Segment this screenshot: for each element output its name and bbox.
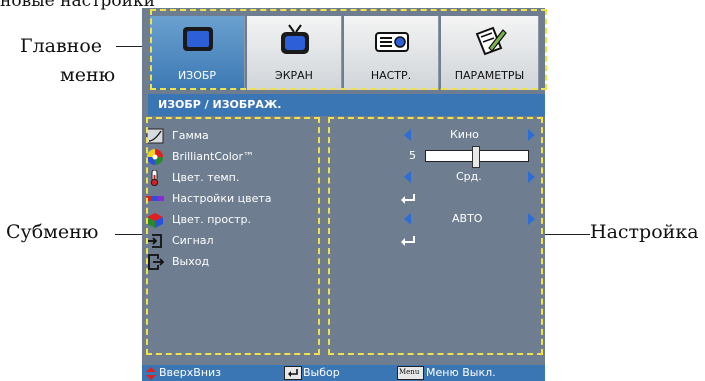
- enter-key-icon: [284, 366, 302, 380]
- tab-options[interactable]: ПАРАМЕТРЫ: [441, 16, 539, 90]
- tab-label: НАСТР.: [370, 69, 412, 82]
- tab-label: ИЗОБР: [177, 69, 217, 82]
- color-temp-left-arrow-icon[interactable]: [404, 171, 411, 183]
- exit-icon: [148, 254, 164, 270]
- top-caption: новые настройки: [0, 0, 155, 11]
- menu-item-label: Выход: [172, 255, 210, 268]
- osd-panel: ИЗОБР ЭКРАН НАСТР. ПАРАМЕТРЫ ИЗОБР / ИЗО…: [142, 8, 545, 381]
- main-menu-label-line2: меню: [60, 64, 116, 86]
- menu-item-label: BrilliantColor™: [172, 150, 255, 163]
- projector-icon: [375, 32, 409, 52]
- slider-knob[interactable]: [472, 146, 480, 168]
- tab-label: ПАРАМЕТРЫ: [454, 69, 525, 82]
- color-temp-right-arrow-icon[interactable]: [528, 171, 535, 183]
- menu-item-label: Настройки цвета: [172, 192, 272, 205]
- notepad-pencil-icon: [475, 26, 507, 56]
- enter-icon[interactable]: [399, 235, 417, 247]
- enter-arrow-icon: [288, 369, 298, 377]
- enter-icon[interactable]: [399, 193, 417, 205]
- color-temp-value: Срд.: [456, 170, 482, 183]
- color-space-left-arrow-icon[interactable]: [404, 213, 411, 225]
- status-bar: ВверхВниз Выбор Menu Меню Выкл.: [142, 365, 545, 381]
- status-updown: ВверхВниз: [159, 366, 222, 379]
- status-select: Выбор: [303, 366, 340, 379]
- setting-pointer: [541, 234, 590, 235]
- menu-title: ИЗОБР / ИЗОБРАЖ.: [158, 98, 282, 111]
- gamma-value: Кино: [450, 128, 479, 141]
- status-menu-off: Меню Выкл.: [426, 366, 496, 379]
- gamma-icon: [146, 128, 164, 144]
- main-menu-label-line1: Главное: [20, 35, 103, 57]
- signal-input-icon: [147, 234, 162, 248]
- menu-item-label: Цвет. простр.: [172, 213, 252, 226]
- color-bar-icon: [146, 196, 164, 201]
- color-wheel-icon: [147, 149, 163, 165]
- brilliantcolor-value: 5: [409, 149, 416, 162]
- tab-label: ЭКРАН: [275, 69, 313, 82]
- tab-screen[interactable]: ЭКРАН: [247, 16, 342, 90]
- tab-settings[interactable]: НАСТР.: [344, 16, 439, 90]
- menu-key-label: Menu: [399, 368, 420, 376]
- color-space-right-arrow-icon[interactable]: [528, 213, 535, 225]
- color-cube-icon: [147, 213, 163, 228]
- gamma-right-arrow-icon[interactable]: [528, 129, 535, 141]
- menu-title-bar: ИЗОБР / ИЗОБРАЖ.: [148, 94, 545, 116]
- gamma-left-arrow-icon[interactable]: [404, 129, 411, 141]
- tv-icon: [281, 24, 309, 54]
- main-menu-tabs: ИЗОБР ЭКРАН НАСТР. ПАРАМЕТРЫ: [150, 12, 547, 90]
- setting-label: Настройка: [590, 221, 699, 243]
- menu-item-label: Сигнал: [172, 234, 214, 247]
- brilliantcolor-slider[interactable]: [425, 146, 529, 168]
- tab-image[interactable]: ИЗОБР: [150, 16, 245, 90]
- monitor-icon: [183, 27, 213, 51]
- up-down-arrows-icon: [146, 367, 156, 380]
- color-space-value: АВТО: [452, 212, 483, 225]
- menu-item-label: Цвет. темп.: [172, 171, 240, 184]
- menu-item-label: Гамма: [172, 129, 209, 142]
- submenu-label: Субменю: [6, 221, 99, 243]
- thermometer-icon: [150, 170, 159, 186]
- menu-key-icon: Menu: [397, 366, 424, 380]
